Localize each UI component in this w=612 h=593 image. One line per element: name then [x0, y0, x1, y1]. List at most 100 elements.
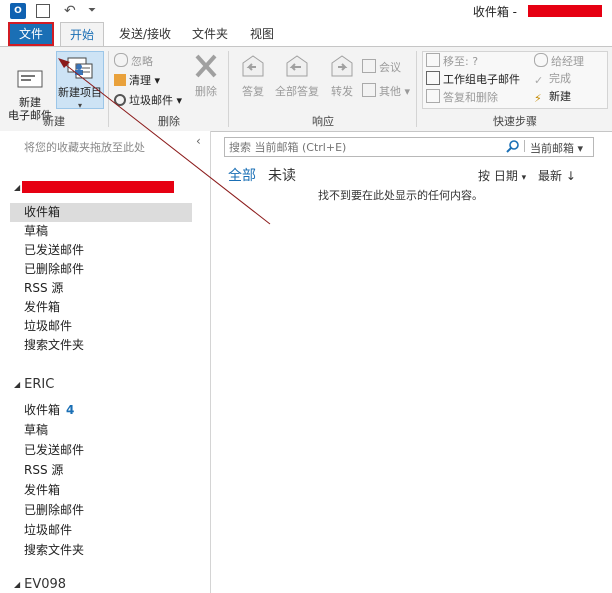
favorites-drop-hint: 将您的收藏夹拖放至此处: [24, 141, 145, 154]
customize-quick-access-icon[interactable]: ⏷: [88, 3, 104, 19]
undo-icon[interactable]: ↶: [64, 3, 80, 19]
ignore-button[interactable]: 忽略: [114, 53, 153, 69]
folder-drafts[interactable]: 草稿: [24, 222, 48, 241]
sort-by-label: 按 日期: [478, 169, 518, 183]
account-name: ERIC: [24, 377, 55, 392]
tab-view[interactable]: 视图: [242, 22, 282, 46]
meeting-icon: [362, 59, 376, 73]
unread-count: 4: [66, 403, 75, 417]
lightning-icon: ⚡: [534, 92, 542, 105]
done-label: 完成: [549, 72, 571, 85]
title-bar: O ↶ ⏷ 收件箱 -: [0, 0, 612, 22]
group-label-quick-steps: 快速步骤: [493, 115, 537, 128]
group-label-delete: 删除: [158, 115, 180, 128]
meeting-label: 会议: [379, 61, 401, 74]
folder-sent[interactable]: 已发送邮件: [24, 241, 84, 260]
junk-button[interactable]: 垃圾邮件 ▾: [114, 93, 182, 109]
delete-label: 删除: [195, 85, 217, 98]
dropdown-arrow-icon: ▾: [77, 101, 82, 110]
search-icon[interactable]: [506, 139, 520, 153]
team-email-label: 工作组电子邮件: [443, 73, 520, 86]
reply-all-button[interactable]: 全部答复: [272, 53, 322, 98]
account-header-eric[interactable]: ◢ ERIC: [14, 377, 54, 392]
tab-home[interactable]: 开始: [60, 22, 104, 46]
ignore-icon: [114, 53, 128, 67]
search-input[interactable]: [229, 139, 499, 155]
folder-rss[interactable]: RSS 源: [24, 461, 63, 480]
empty-list-message: 找不到要在此处显示的任何内容。: [318, 189, 483, 202]
tab-file[interactable]: 文件: [8, 22, 54, 46]
folder-outbox[interactable]: 发件箱: [24, 481, 60, 500]
expand-triangle-icon: ◢: [14, 380, 21, 389]
more-respond-button[interactable]: 其他 ▾: [362, 83, 410, 99]
filter-all[interactable]: 全部: [228, 165, 256, 185]
delete-icon: [195, 54, 217, 78]
expand-triangle-icon: ◢: [14, 580, 21, 589]
delete-button[interactable]: 删除: [190, 53, 222, 98]
reply-all-label: 全部答复: [275, 85, 319, 98]
quick-step-reply-delete[interactable]: 答复和删除: [426, 89, 498, 105]
folder-search[interactable]: 搜索文件夹: [24, 541, 84, 560]
reply-label: 答复: [242, 85, 264, 98]
quick-step-done[interactable]: ✓ 完成: [534, 71, 571, 87]
junk-icon: [114, 94, 126, 106]
search-scope-label: 当前邮箱: [530, 142, 574, 155]
reply-button[interactable]: 答复: [234, 53, 272, 98]
redacted-account: [528, 5, 602, 17]
move-folder-icon: [426, 53, 440, 67]
sort-by-dropdown[interactable]: 按 日期 ▾: [478, 167, 526, 184]
account-header-ev098[interactable]: ◢ EV098: [14, 577, 66, 592]
new-items-button[interactable]: 新建项目 ▾: [56, 51, 104, 110]
tab-send-receive[interactable]: 发送/接收: [110, 22, 180, 46]
quick-step-to-manager[interactable]: 给经理: [534, 53, 584, 69]
quick-step-team-email[interactable]: 工作组电子邮件: [426, 71, 520, 87]
folder-deleted[interactable]: 已删除邮件: [24, 260, 84, 279]
team-email-icon: [426, 71, 440, 85]
group-divider: [416, 51, 417, 127]
reply-icon: [242, 55, 264, 77]
create-new-label: 新建: [549, 90, 571, 103]
forward-label: 转发: [331, 85, 353, 98]
new-items-label: 新建项目: [58, 86, 102, 99]
cleanup-icon: [114, 74, 126, 86]
more-respond-icon: [362, 83, 376, 97]
folder-junk[interactable]: 垃圾邮件: [24, 521, 72, 540]
folder-deleted[interactable]: 已删除邮件: [24, 501, 84, 520]
forward-button[interactable]: 转发: [324, 53, 360, 98]
outlook-app-icon[interactable]: O: [10, 3, 26, 19]
checkmark-icon: ✓: [534, 74, 544, 87]
folder-outbox[interactable]: 发件箱: [24, 298, 60, 317]
sort-order-toggle[interactable]: 最新 ↓: [538, 167, 576, 184]
folder-sent[interactable]: 已发送邮件: [24, 441, 84, 460]
filter-unread[interactable]: 未读: [268, 165, 296, 185]
meeting-button[interactable]: 会议: [362, 59, 401, 75]
cleanup-button[interactable]: 清理 ▾: [114, 73, 160, 89]
tab-folder[interactable]: 文件夹: [186, 22, 234, 46]
collapse-pane-icon[interactable]: ‹: [196, 134, 201, 148]
folder-rss[interactable]: RSS 源: [24, 279, 63, 298]
redacted-account-name: [22, 181, 174, 193]
folder-junk[interactable]: 垃圾邮件: [24, 317, 72, 336]
folder-search[interactable]: 搜索文件夹: [24, 336, 84, 355]
more-respond-label: 其他: [379, 85, 401, 98]
search-scope-dropdown[interactable]: 当前邮箱 ▾: [530, 140, 583, 156]
group-divider: [228, 51, 229, 127]
folder-drafts[interactable]: 草稿: [24, 421, 48, 440]
cleanup-label: 清理: [129, 74, 151, 87]
folder-inbox[interactable]: 收件箱: [10, 203, 192, 222]
chevron-down-icon: ▾: [577, 142, 584, 155]
group-label-new: 新建: [43, 115, 65, 128]
reply-all-icon: [286, 55, 308, 77]
move-to-label: 移至: ?: [443, 55, 479, 68]
new-email-icon: [17, 70, 43, 88]
to-manager-label: 给经理: [551, 55, 584, 68]
search-divider: [524, 140, 525, 152]
group-label-respond: 响应: [312, 115, 334, 128]
quick-step-move-to[interactable]: 移至: ?: [426, 53, 478, 69]
send-receive-icon[interactable]: [36, 4, 50, 18]
folder-inbox[interactable]: 收件箱 4: [24, 401, 74, 420]
navigation-pane: 将您的收藏夹拖放至此处 ‹ ◢ 收件箱 草稿 已发送邮件 已删除邮件 RSS 源…: [0, 131, 211, 593]
quick-step-create-new[interactable]: ⚡ 新建: [534, 89, 571, 105]
ribbon: 新建 电子邮件 新建项目 ▾ 新建 忽略 清理 ▾ 垃圾邮件 ▾ 删除 删除 答…: [0, 46, 612, 132]
new-items-icon: [67, 57, 93, 79]
